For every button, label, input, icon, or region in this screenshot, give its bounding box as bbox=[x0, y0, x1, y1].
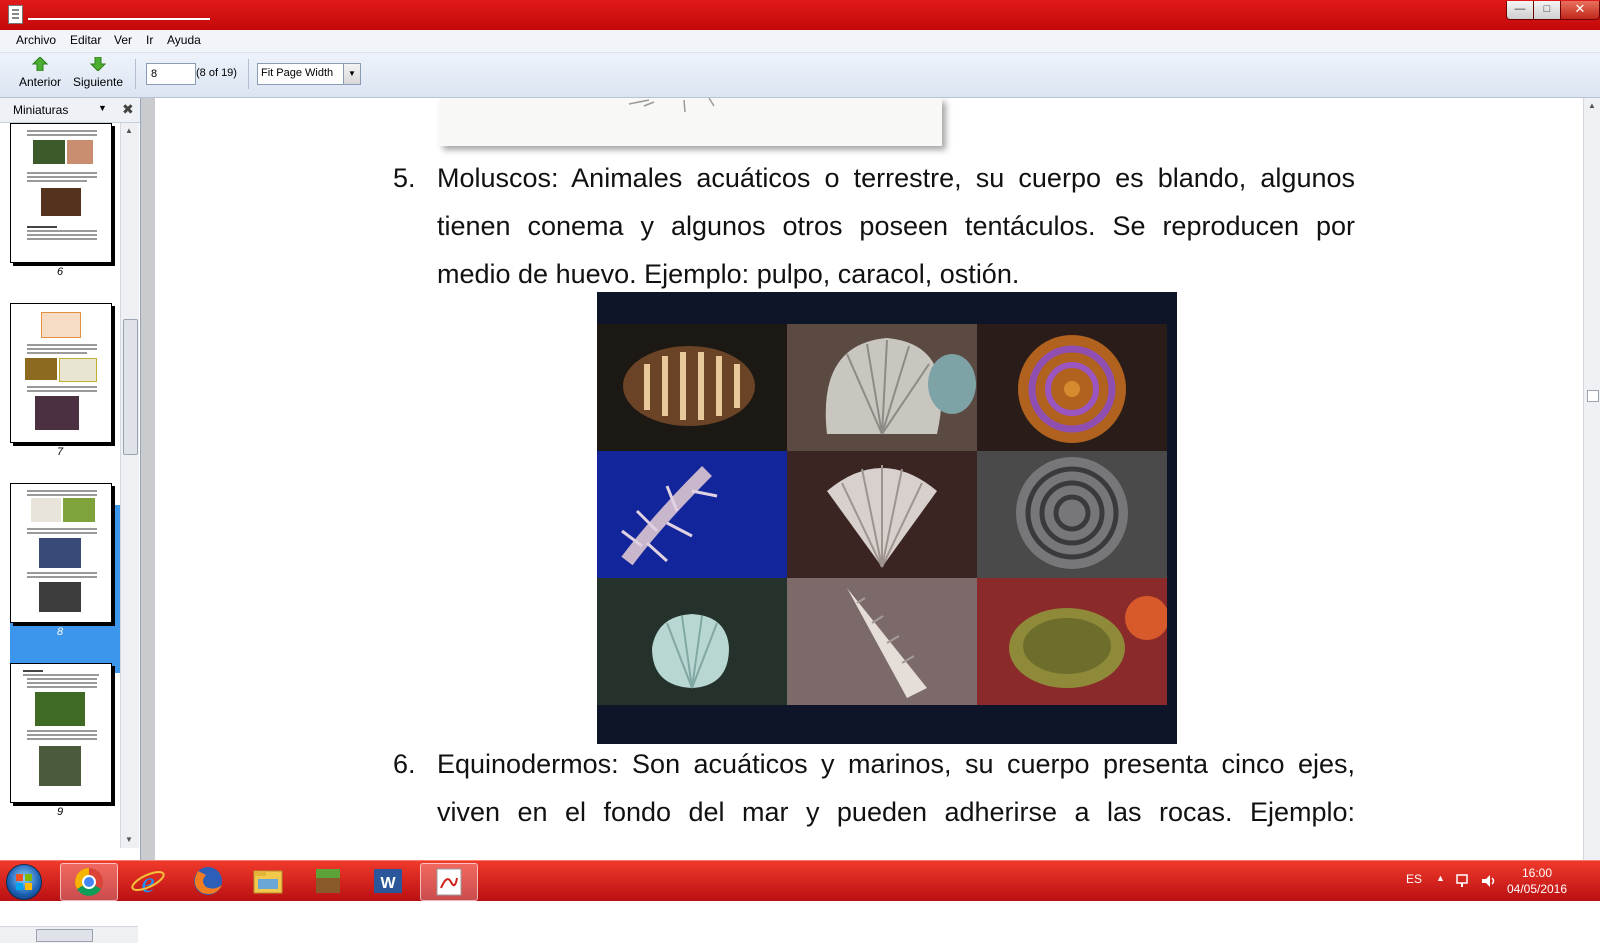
app-icon[interactable] bbox=[8, 5, 23, 24]
list-number: 5. bbox=[393, 163, 416, 193]
thumbnail-list: 6 7 8 9 bbox=[0, 123, 120, 848]
thumbnail-page[interactable] bbox=[10, 663, 112, 803]
thumbnail-label: 7 bbox=[56, 446, 64, 458]
word-icon[interactable]: W bbox=[360, 863, 416, 899]
next-page-button[interactable]: Siguiente bbox=[70, 55, 126, 95]
windows-logo-icon bbox=[16, 874, 32, 890]
sidebar-horizontal-scrollbar[interactable] bbox=[0, 926, 138, 943]
sidebar-close-icon[interactable]: ✖ bbox=[122, 101, 134, 118]
chiton-photo bbox=[597, 324, 787, 451]
chevron-down-icon[interactable]: ▼ bbox=[343, 64, 360, 84]
zoom-value: Fit Page Width bbox=[261, 67, 334, 79]
ammonite-fossil-photo bbox=[977, 451, 1167, 578]
menu-ayuda[interactable]: Ayuda bbox=[167, 33, 201, 47]
clock[interactable]: 16:00 04/05/2016 bbox=[1504, 865, 1570, 897]
document-view: 5. Moluscos: Animales acuáticos o terres… bbox=[141, 98, 1600, 860]
arrow-down-icon bbox=[90, 57, 106, 71]
sidebar-header: Miniaturas ▼ ✖ bbox=[0, 98, 140, 123]
start-button[interactable] bbox=[6, 864, 42, 900]
turritella-shell-photo bbox=[787, 578, 977, 705]
document-scrollbar[interactable]: ▲ bbox=[1583, 98, 1600, 860]
text-line: viven en el fondo del mar y pueden adher… bbox=[437, 797, 1355, 827]
thumbnail-label: 8 bbox=[56, 626, 64, 638]
maximize-button[interactable]: □ bbox=[1533, 1, 1561, 20]
clock-date: 04/05/2016 bbox=[1506, 882, 1568, 896]
svg-text:e: e bbox=[141, 866, 154, 899]
title-bar: — □ ✕ bbox=[0, 0, 1600, 30]
scrollbar-thumb[interactable] bbox=[1587, 390, 1599, 402]
internet-explorer-icon[interactable]: e bbox=[120, 863, 176, 899]
sidebar-scrollbar[interactable]: ▲ ▼ bbox=[120, 123, 139, 848]
file-explorer-icon[interactable] bbox=[240, 863, 296, 899]
text-line: tienen conema y algunos otros poseen ten… bbox=[437, 211, 1355, 241]
toolbar-separator bbox=[135, 59, 136, 89]
minimize-button[interactable]: — bbox=[1506, 1, 1534, 20]
menu-bar: Archivo Editar Ver Ir Ayuda bbox=[0, 30, 1600, 53]
text-line: Moluscos: Animales acuáticos o terrestre… bbox=[437, 163, 1355, 193]
text-line: Equinodermos: Son acuáticos y marinos, s… bbox=[437, 749, 1355, 779]
page-number-input[interactable] bbox=[146, 63, 196, 85]
document-page: 5. Moluscos: Animales acuáticos o terres… bbox=[155, 98, 1583, 860]
thumbnail-label: 6 bbox=[56, 266, 64, 278]
thumbnail-page[interactable] bbox=[10, 483, 112, 623]
sea-creature-photo bbox=[977, 578, 1167, 705]
menu-editar[interactable]: Editar bbox=[70, 33, 101, 47]
thumbnail-label: 9 bbox=[56, 806, 64, 818]
cockle-shell-photo bbox=[597, 578, 787, 705]
volume-icon[interactable] bbox=[1480, 873, 1498, 889]
page-count: (8 of 19) bbox=[196, 67, 237, 79]
previous-figure bbox=[439, 98, 942, 146]
network-icon[interactable] bbox=[1456, 873, 1472, 889]
show-hidden-icons-icon[interactable]: ▲ bbox=[1436, 873, 1445, 883]
thumbnails-sidebar: Miniaturas ▼ ✖ 6 7 8 9 ▲ ▼ bbox=[0, 98, 141, 943]
taskbar: e W ES ▲ 16:00 04/05/2016 bbox=[0, 860, 1600, 901]
scroll-up-icon[interactable]: ▲ bbox=[125, 126, 133, 135]
list-number: 6. bbox=[393, 749, 416, 779]
scrollbar-thumb[interactable] bbox=[123, 319, 138, 455]
minecraft-icon[interactable] bbox=[300, 863, 356, 899]
previous-page-button[interactable]: Anterior bbox=[12, 55, 68, 95]
text-line: medio de huevo. Ejemplo: pulpo, caracol,… bbox=[437, 259, 1020, 289]
zoom-select[interactable]: Fit Page Width ▼ bbox=[257, 63, 361, 85]
scallop-shell-photo bbox=[787, 451, 977, 578]
sidebar-title: Miniaturas bbox=[13, 103, 69, 117]
thumbnail-page[interactable] bbox=[10, 303, 112, 443]
previous-label: Anterior bbox=[18, 75, 62, 89]
molluscs-photo-collage bbox=[597, 292, 1177, 744]
shell-photo bbox=[787, 324, 977, 451]
toolbar-separator bbox=[248, 59, 249, 89]
toolbar: Anterior Siguiente (8 of 19) Fit Page Wi… bbox=[0, 53, 1600, 98]
sidebar-dropdown-icon[interactable]: ▼ bbox=[98, 103, 107, 113]
scrollbar-thumb[interactable] bbox=[36, 929, 93, 942]
chrome-icon[interactable] bbox=[60, 863, 118, 901]
scroll-down-icon[interactable]: ▼ bbox=[125, 835, 133, 844]
firefox-icon[interactable] bbox=[180, 863, 236, 899]
figure-fragment bbox=[628, 98, 715, 113]
scroll-up-icon[interactable]: ▲ bbox=[1588, 101, 1596, 110]
thumbnail-page[interactable] bbox=[10, 123, 112, 263]
menu-ver[interactable]: Ver bbox=[114, 33, 132, 47]
menu-ir[interactable]: Ir bbox=[146, 33, 153, 47]
arrow-up-icon bbox=[32, 57, 48, 71]
murex-shell-photo bbox=[597, 451, 787, 578]
clock-time: 16:00 bbox=[1521, 866, 1553, 880]
svg-text:W: W bbox=[380, 875, 396, 892]
close-button[interactable]: ✕ bbox=[1560, 1, 1600, 20]
menu-archivo[interactable]: Archivo bbox=[16, 33, 56, 47]
next-label: Siguiente bbox=[72, 75, 124, 89]
window-title bbox=[28, 18, 210, 20]
language-indicator[interactable]: ES bbox=[1406, 872, 1422, 886]
pdf-reader-icon[interactable] bbox=[420, 863, 478, 901]
snail-shell-photo bbox=[977, 324, 1167, 451]
